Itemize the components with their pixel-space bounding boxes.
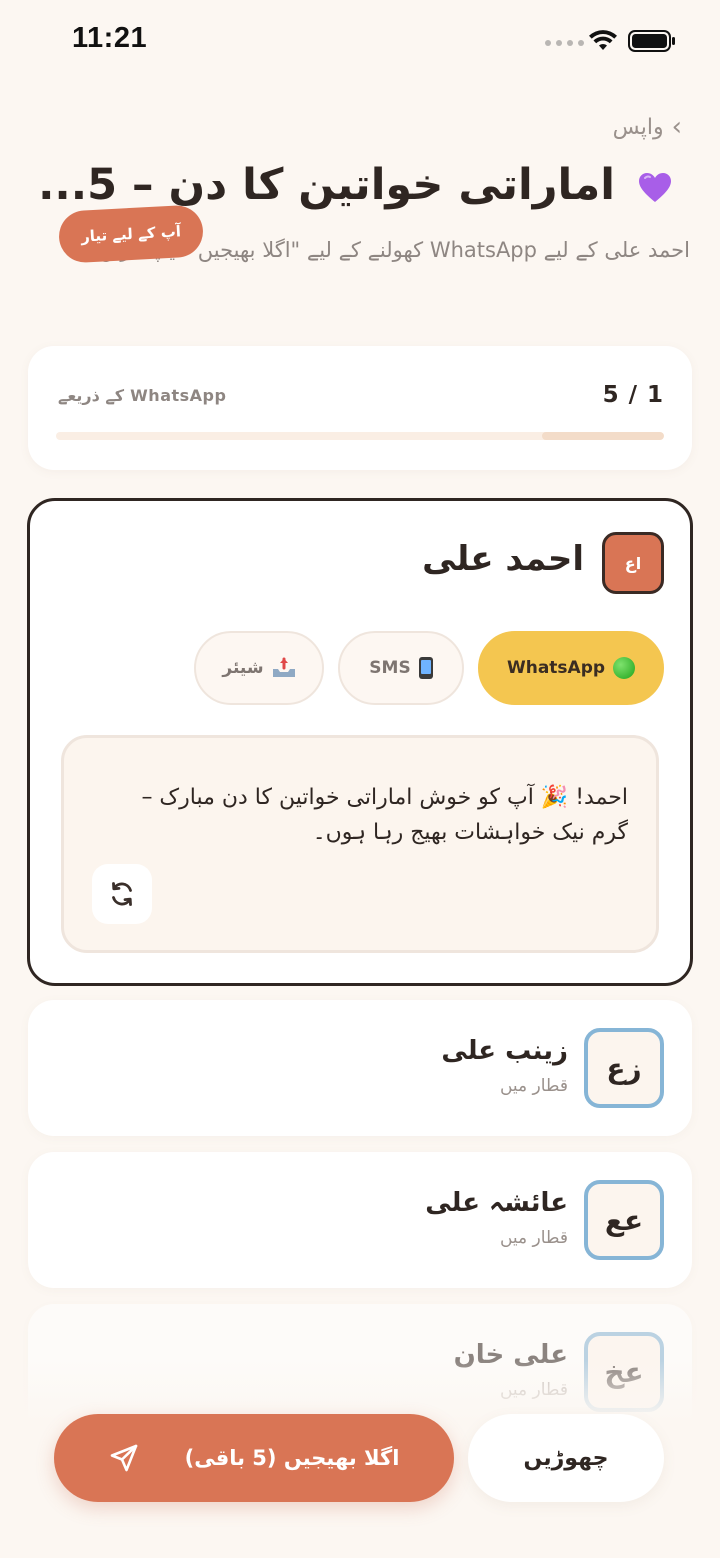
contact-name: احمد علی [422, 539, 584, 579]
wifi-icon [589, 30, 617, 50]
outbox-tray-icon [272, 657, 295, 677]
purple-heart-icon [639, 172, 671, 202]
send-next-label: اگلا بھیجیں (5 باقی) [184, 1446, 400, 1470]
back-label: واپس [612, 114, 664, 140]
progress-bar-fill [542, 432, 664, 440]
avatar: زع [584, 1028, 664, 1108]
queued-contact-card[interactable]: عع عائشہ علی قطار میں [28, 1152, 692, 1288]
page-title: اماراتی خواتین کا دن – 5... [40, 160, 672, 210]
avatar: اع [602, 532, 664, 594]
back-button[interactable]: › واپس [613, 114, 682, 140]
channel-sms-button[interactable]: SMS [338, 631, 464, 705]
status-time: 11:21 [72, 22, 148, 54]
battery-icon [628, 30, 675, 52]
cellular-signal-icon [545, 40, 584, 46]
progress-channel-label: WhatsApp کے ذریعے [58, 386, 227, 405]
progress-bar [56, 432, 664, 440]
regenerate-message-button[interactable] [92, 864, 152, 924]
page: 11:21 › واپس اماراتی خواتین کا دن – 5...… [0, 0, 720, 1558]
queued-contact-card[interactable]: زع زینب علی قطار میں [28, 1000, 692, 1136]
active-contact-card: اع احمد علی WhatsApp SMS شیئر احمد! 🎉 آپ… [27, 498, 693, 986]
skip-button[interactable]: چھوڑیں [468, 1414, 664, 1502]
channel-label: شیئر [222, 658, 264, 678]
message-preview: احمد! 🎉 آپ کو خوش اماراتی خواتین کا دن م… [61, 735, 659, 953]
avatar: عخ [584, 1332, 664, 1412]
chevron-right-icon: › [671, 112, 682, 142]
ready-badge: آپ کے لیے تیار [57, 204, 205, 264]
green-circle-icon [613, 657, 636, 679]
progress-count: 5 / 1 [602, 382, 664, 408]
contact-name: علی خان [453, 1340, 568, 1370]
refresh-icon [112, 882, 132, 906]
page-title-text: اماراتی خواتین کا دن – 5... [40, 160, 616, 210]
channel-share-button[interactable]: شیئر [194, 631, 324, 705]
message-text: احمد! 🎉 آپ کو خوش اماراتی خواتین کا دن م… [141, 785, 628, 846]
contact-name: عائشہ علی [425, 1188, 568, 1218]
channel-whatsapp-button[interactable]: WhatsApp [478, 631, 664, 705]
contact-status: قطار میں [499, 1228, 568, 1248]
avatar: عع [584, 1180, 664, 1260]
channel-label: SMS [369, 658, 411, 678]
contact-status: قطار میں [499, 1076, 568, 1096]
status-bar: 11:21 [0, 0, 720, 84]
contact-status: قطار میں [499, 1380, 568, 1400]
progress-card: 5 / 1 WhatsApp کے ذریعے [28, 346, 692, 470]
channel-selector: WhatsApp SMS شیئر [194, 631, 664, 705]
mobile-phone-icon [418, 657, 433, 679]
contact-name: زینب علی [441, 1036, 568, 1066]
send-next-button[interactable]: اگلا بھیجیں (5 باقی) [54, 1414, 454, 1502]
send-icon [110, 1444, 137, 1472]
channel-label: WhatsApp [506, 658, 606, 678]
